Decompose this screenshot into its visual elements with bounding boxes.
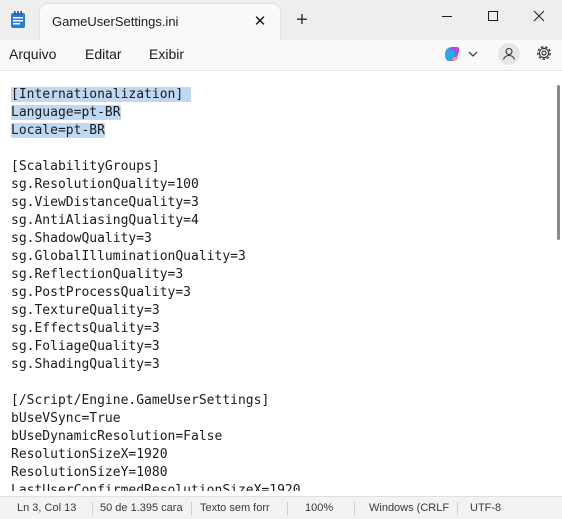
editor-line-text: sg.FoliageQuality=3 bbox=[11, 339, 160, 354]
menu-editar[interactable]: Editar bbox=[85, 46, 122, 62]
editor-line: sg.FoliageQuality=3 bbox=[11, 338, 301, 356]
editor-line: [/Script/Engine.GameUserSettings] bbox=[11, 392, 301, 410]
editor-line-text: sg.TextureQuality=3 bbox=[11, 303, 160, 318]
editor-line: Locale=pt-BR bbox=[11, 122, 301, 140]
minimize-button[interactable] bbox=[424, 0, 470, 32]
editor-line: [Internationalization] bbox=[11, 86, 301, 104]
editor-line-text: ResolutionSizeX=1920 bbox=[11, 447, 168, 462]
status-encoding[interactable]: UTF-8 bbox=[470, 502, 520, 514]
editor-line: sg.AntiAliasingQuality=4 bbox=[11, 212, 301, 230]
editor-line: sg.PostProcessQuality=3 bbox=[11, 284, 301, 302]
editor-line: sg.GlobalIlluminationQuality=3 bbox=[11, 248, 301, 266]
editor-line-text: bUseDynamicResolution=False bbox=[11, 429, 223, 444]
editor-line-text: sg.AntiAliasingQuality=4 bbox=[11, 213, 199, 228]
editor-line-text: sg.ResolutionQuality=100 bbox=[11, 177, 199, 192]
editor-line-text: Language=pt-BR bbox=[11, 105, 121, 120]
editor-line: sg.ShadingQuality=3 bbox=[11, 356, 301, 374]
tab-title: GameUserSettings.ini bbox=[52, 14, 179, 29]
editor-line-text: sg.EffectsQuality=3 bbox=[11, 321, 160, 336]
status-line-ending[interactable]: Windows (CRLF bbox=[369, 502, 451, 514]
editor-lines: [Internationalization] Language=pt-BR Loc… bbox=[11, 86, 301, 491]
gear-icon[interactable] bbox=[534, 43, 554, 63]
new-tab-button[interactable]: + bbox=[292, 10, 312, 30]
vertical-scrollbar[interactable] bbox=[557, 85, 560, 240]
editor-line: Language=pt-BR bbox=[11, 104, 301, 122]
copilot-button[interactable] bbox=[442, 44, 482, 64]
status-zoom[interactable]: 100% bbox=[305, 502, 345, 514]
editor-line-text: bUseVSync=True bbox=[11, 411, 121, 426]
editor-line-text: sg.ReflectionQuality=3 bbox=[11, 267, 184, 282]
editor-line: ResolutionSizeY=1080 bbox=[11, 464, 301, 482]
editor-line-text: sg.PostProcessQuality=3 bbox=[11, 285, 192, 300]
editor-line: [ScalabilityGroups] bbox=[11, 158, 301, 176]
menu-arquivo[interactable]: Arquivo bbox=[9, 46, 56, 62]
editor-line-text: LastUserConfirmedResolutionSizeX=1920 bbox=[11, 483, 301, 491]
status-bar: Ln 3, Col 13 50 de 1.395 cara Texto sem … bbox=[0, 496, 562, 519]
editor-line-text: Locale=pt-BR bbox=[11, 123, 105, 138]
status-divider bbox=[457, 502, 458, 515]
close-window-button[interactable] bbox=[516, 0, 562, 32]
status-position: Ln 3, Col 13 bbox=[17, 502, 77, 514]
title-bar: GameUserSettings.ini ✕ + bbox=[0, 0, 562, 40]
editor-line: sg.EffectsQuality=3 bbox=[11, 320, 301, 338]
editor-line-text: sg.ShadowQuality=3 bbox=[11, 231, 152, 246]
editor-line: bUseVSync=True bbox=[11, 410, 301, 428]
editor-line: sg.ResolutionQuality=100 bbox=[11, 176, 301, 194]
editor-line-text: [/Script/Engine.GameUserSettings] bbox=[11, 393, 270, 408]
status-divider bbox=[287, 502, 288, 515]
close-tab-icon[interactable]: ✕ bbox=[250, 12, 270, 32]
editor-line: ResolutionSizeX=1920 bbox=[11, 446, 301, 464]
editor-line: sg.ViewDistanceQuality=3 bbox=[11, 194, 301, 212]
menu-exibir[interactable]: Exibir bbox=[149, 46, 184, 62]
editor-line-text: sg.ViewDistanceQuality=3 bbox=[11, 195, 199, 210]
editor-line: sg.ReflectionQuality=3 bbox=[11, 266, 301, 284]
editor-line-text: [Internationalization] bbox=[11, 87, 192, 102]
editor-line: LastUserConfirmedResolutionSizeX=1920 bbox=[11, 482, 301, 491]
status-divider bbox=[92, 502, 93, 515]
text-editor[interactable]: [Internationalization] Language=pt-BR Loc… bbox=[0, 71, 556, 491]
editor-line-text: [ScalabilityGroups] bbox=[11, 159, 160, 174]
notepad-icon bbox=[10, 11, 26, 29]
tab-file[interactable]: GameUserSettings.ini ✕ bbox=[40, 4, 280, 40]
status-format[interactable]: Texto sem forr bbox=[200, 502, 280, 514]
maximize-button[interactable] bbox=[470, 0, 516, 32]
profile-icon[interactable] bbox=[498, 43, 520, 65]
editor-line-text: sg.GlobalIlluminationQuality=3 bbox=[11, 249, 246, 264]
status-char-count: 50 de 1.395 cara bbox=[100, 502, 183, 514]
status-divider bbox=[191, 502, 192, 515]
editor-line: sg.TextureQuality=3 bbox=[11, 302, 301, 320]
editor-line: sg.ShadowQuality=3 bbox=[11, 230, 301, 248]
status-divider bbox=[354, 502, 355, 515]
editor-line-text: ResolutionSizeY=1080 bbox=[11, 465, 168, 480]
editor-line-text: sg.ShadingQuality=3 bbox=[11, 357, 160, 372]
editor-line: bUseDynamicResolution=False bbox=[11, 428, 301, 446]
